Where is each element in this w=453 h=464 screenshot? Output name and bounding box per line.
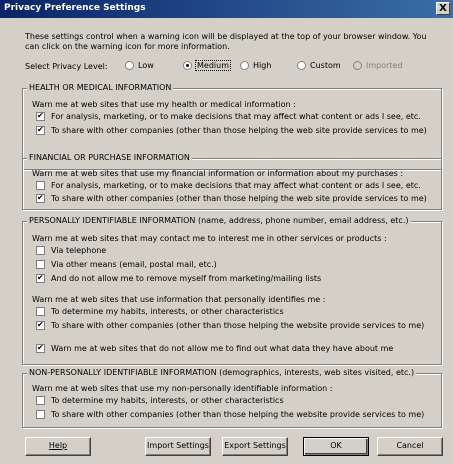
radio-custom[interactable]: Custom [297,61,341,70]
intro-text: These settings control when a warning ic… [25,32,427,51]
personal-find-out-label: Warn me at web sites that do not allow m… [51,344,394,353]
personal-habits-checkbox[interactable] [36,307,45,316]
import-settings-button[interactable]: Import Settings [145,437,211,456]
radio-imported: Imported [353,61,403,70]
nonpersonal-habits-checkbox[interactable] [36,396,45,405]
privacy-level-label: Select Privacy Level: [25,62,108,71]
personal-other-means-option[interactable]: Via other means (email, postal mail, etc… [36,260,217,269]
export-settings-button[interactable]: Export Settings [222,437,288,456]
cancel-button-label: Cancel [396,441,424,450]
radio-medium-label: Medium [195,60,231,71]
title-bar: Privacy Preference Settings X [0,0,453,18]
radio-low[interactable]: Low [125,61,154,70]
health-analysis-label: For analysis, marketing, or to make deci… [51,112,421,121]
help-button-label: Help [48,441,68,450]
financial-analysis-label: For analysis, marketing, or to make deci… [51,181,421,190]
personal-telephone-checkbox[interactable] [36,246,45,255]
personal-share-label: To share with other companies (other tha… [51,321,425,330]
financial-share-option[interactable]: To share with other companies (other tha… [36,193,427,203]
personal-share-checkbox[interactable] [36,320,45,330]
nonpersonal-share-checkbox[interactable] [36,410,45,419]
radio-medium[interactable]: Medium [183,60,231,71]
personal-habits-option[interactable]: To determine my habits, interests, or ot… [36,307,284,316]
financial-analysis-checkbox[interactable] [36,181,45,190]
radio-high-button[interactable] [240,61,249,70]
close-icon: X [439,3,447,14]
personal-intro-contact: Warn me at web sites that may contact me… [32,234,387,243]
window-title: Privacy Preference Settings [4,3,146,13]
radio-high[interactable]: High [240,61,271,70]
nonpersonal-share-label: To share with other companies (other tha… [51,410,425,419]
financial-analysis-option[interactable]: For analysis, marketing, or to make deci… [36,181,421,190]
personal-intro-identifies: Warn me at web sites that use informatio… [32,295,326,304]
personal-legend: PERSONALLY IDENTIFIABLE INFORMATION (nam… [27,216,411,225]
personal-telephone-label: Via telephone [51,246,107,255]
radio-medium-button[interactable] [183,61,192,70]
nonpersonal-legend: NON-PERSONALLY IDENTIFIABLE INFORMATION … [27,368,417,377]
health-legend: HEALTH OR MEDICAL INFORMATION [27,83,174,92]
health-share-checkbox[interactable] [36,125,45,135]
financial-intro: Warn me at web sites that use my financi… [32,169,404,178]
health-analysis-checkbox[interactable] [36,111,45,121]
ok-button-label: OK [330,441,342,450]
personal-no-removal-label: And do not allow me to remove myself fro… [51,274,322,283]
personal-no-removal-checkbox[interactable] [36,273,45,283]
nonpersonal-habits-option[interactable]: To determine my habits, interests, or ot… [36,396,284,405]
ok-button[interactable]: OK [303,437,369,456]
radio-imported-label: Imported [366,61,403,70]
cancel-button[interactable]: Cancel [377,437,443,456]
personal-share-option[interactable]: To share with other companies (other tha… [36,320,425,330]
radio-low-label: Low [138,61,154,70]
personal-other-means-checkbox[interactable] [36,260,45,269]
nonpersonal-share-option[interactable]: To share with other companies (other tha… [36,410,424,419]
radio-imported-button [353,61,362,70]
health-analysis-option[interactable]: For analysis, marketing, or to make deci… [36,111,421,121]
radio-custom-label: Custom [310,61,341,70]
radio-custom-button[interactable] [297,61,306,70]
personal-no-removal-option[interactable]: And do not allow me to remove myself fro… [36,273,322,283]
radio-high-label: High [253,61,272,70]
health-share-option[interactable]: To share with other companies (other tha… [36,125,427,135]
radio-low-button[interactable] [125,61,134,70]
personal-telephone-option[interactable]: Via telephone [36,246,106,255]
financial-share-label: To share with other companies (other tha… [51,194,427,203]
personal-find-out-option[interactable]: Warn me at web sites that do not allow m… [36,343,394,353]
nonpersonal-intro: Warn me at web sites that use my non-per… [32,384,333,393]
financial-share-checkbox[interactable] [36,193,45,203]
personal-find-out-checkbox[interactable] [36,343,45,353]
help-button[interactable]: Help [25,437,91,456]
health-share-label: To share with other companies (other tha… [51,126,427,135]
personal-other-means-label: Via other means (email, postal mail, etc… [51,260,217,269]
financial-legend: FINANCIAL OR PURCHASE INFORMATION [27,153,192,162]
export-settings-label: Export Settings [224,441,286,450]
import-settings-label: Import Settings [147,441,209,450]
health-intro: Warn me at web sites that use my health … [32,100,296,109]
nonpersonal-habits-label: To determine my habits, interests, or ot… [51,396,284,405]
close-button[interactable]: X [436,2,450,15]
personal-habits-label: To determine my habits, interests, or ot… [51,307,284,316]
